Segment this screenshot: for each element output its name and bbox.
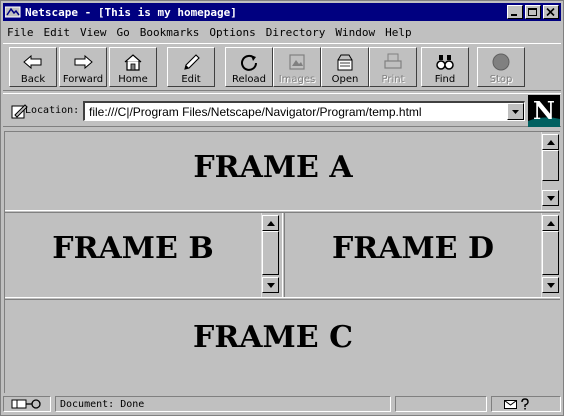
home-button[interactable]: Home bbox=[109, 47, 157, 87]
frame-a-scroll-thumb[interactable] bbox=[542, 150, 559, 181]
printer-icon bbox=[384, 53, 402, 69]
arrow-up-icon bbox=[547, 221, 555, 226]
netscape-logo-icon: N bbox=[528, 95, 560, 127]
arrow-up-icon bbox=[547, 140, 555, 145]
frame-a-scrollbar[interactable] bbox=[541, 132, 559, 210]
back-arrow-icon bbox=[23, 54, 42, 70]
edit-button[interactable]: Edit bbox=[167, 47, 215, 87]
mail-icon[interactable] bbox=[504, 400, 518, 410]
help-question-icon[interactable] bbox=[520, 398, 530, 410]
frame-a-scroll-up-button[interactable] bbox=[542, 134, 559, 150]
location-input[interactable] bbox=[89, 104, 499, 120]
back-label: Back bbox=[20, 74, 46, 85]
home-label: Home bbox=[118, 74, 148, 85]
reload-icon bbox=[241, 54, 257, 71]
frame-a: FRAME A bbox=[5, 132, 560, 210]
content-area: FRAME A FRAME B FRAME D FRAME C bbox=[4, 131, 560, 394]
frame-d-scroll-down-button[interactable] bbox=[542, 277, 559, 293]
open-button[interactable]: Open bbox=[321, 47, 369, 87]
print-label: Print bbox=[381, 74, 405, 85]
security-indicator[interactable] bbox=[3, 396, 51, 412]
location-label: Location: bbox=[25, 105, 80, 116]
reload-button[interactable]: Reload bbox=[225, 47, 273, 87]
open-icon bbox=[337, 54, 353, 71]
frame-c: FRAME C bbox=[5, 300, 560, 394]
menu-directory[interactable]: Directory bbox=[262, 26, 330, 39]
frame-b: FRAME B bbox=[5, 213, 282, 297]
chevron-down-icon bbox=[512, 110, 519, 114]
binoculars-icon bbox=[436, 55, 454, 70]
frame-d-scroll-up-button[interactable] bbox=[542, 215, 559, 231]
menu-help[interactable]: Help bbox=[381, 26, 416, 39]
find-label: Find bbox=[434, 74, 456, 85]
edit-label: Edit bbox=[181, 74, 201, 85]
frame-b-scrollbar[interactable] bbox=[261, 213, 279, 297]
status-text: Document: Done bbox=[60, 399, 145, 410]
forward-button[interactable]: Forward bbox=[59, 47, 107, 87]
menu-bar: File Edit View Go Bookmarks Options Dire… bbox=[3, 23, 561, 41]
frame-c-heading: FRAME C bbox=[193, 320, 353, 355]
menu-window[interactable]: Window bbox=[331, 26, 379, 39]
svg-text:N: N bbox=[533, 96, 555, 125]
frame-d-heading: FRAME D bbox=[331, 231, 495, 266]
menu-view[interactable]: View bbox=[76, 26, 111, 39]
find-button[interactable]: Find bbox=[421, 47, 469, 87]
forward-arrow-icon bbox=[74, 54, 93, 70]
print-button[interactable]: Print bbox=[369, 47, 417, 87]
arrow-down-icon bbox=[267, 283, 275, 288]
netscape-logo[interactable]: N bbox=[528, 95, 560, 127]
location-dropdown-button[interactable] bbox=[507, 103, 524, 120]
progress-panel bbox=[395, 396, 487, 412]
pencil-icon bbox=[184, 54, 200, 70]
images-button[interactable]: Images bbox=[273, 47, 321, 87]
window-title: Netscape - [This is my homepage] bbox=[25, 5, 237, 19]
frame-d: FRAME D bbox=[285, 213, 560, 297]
arrow-down-icon bbox=[547, 196, 555, 201]
menu-file[interactable]: File bbox=[3, 26, 38, 39]
status-message-panel: Document: Done bbox=[55, 396, 391, 412]
menu-go[interactable]: Go bbox=[113, 26, 134, 39]
stop-label: Stop bbox=[489, 74, 513, 85]
maximize-icon bbox=[528, 8, 537, 16]
arrow-down-icon bbox=[547, 283, 555, 288]
forward-label: Forward bbox=[62, 74, 104, 85]
location-bar: Location: N bbox=[3, 93, 561, 127]
back-button[interactable]: Back bbox=[9, 47, 57, 87]
frame-b-scroll-down-button[interactable] bbox=[262, 277, 279, 293]
minimize-icon bbox=[511, 14, 517, 16]
status-bar: Document: Done bbox=[3, 395, 561, 413]
browser-window: Netscape - [This is my homepage] File Ed… bbox=[0, 0, 564, 416]
arrow-up-icon bbox=[267, 221, 275, 226]
stop-button[interactable]: Stop bbox=[477, 47, 525, 87]
images-label: Images bbox=[278, 74, 316, 85]
frame-b-scroll-thumb[interactable] bbox=[262, 231, 279, 275]
frame-d-scrollbar[interactable] bbox=[541, 213, 559, 297]
home-icon bbox=[124, 54, 142, 71]
security-key-icon bbox=[11, 399, 41, 409]
menu-options[interactable]: Options bbox=[205, 26, 259, 39]
mail-help-panel bbox=[491, 396, 561, 412]
menu-edit[interactable]: Edit bbox=[40, 26, 75, 39]
reload-label: Reload bbox=[231, 74, 267, 85]
frame-b-heading: FRAME B bbox=[52, 231, 214, 266]
netscape-app-icon[interactable] bbox=[4, 5, 21, 19]
maximize-button[interactable] bbox=[525, 5, 541, 19]
location-field bbox=[83, 101, 525, 121]
close-icon bbox=[546, 8, 555, 17]
minimize-button[interactable] bbox=[507, 5, 523, 19]
frame-b-scroll-up-button[interactable] bbox=[262, 215, 279, 231]
stop-icon bbox=[492, 53, 510, 71]
images-icon bbox=[289, 54, 305, 70]
frame-a-scroll-down-button[interactable] bbox=[542, 190, 559, 206]
frame-a-heading: FRAME A bbox=[193, 150, 353, 185]
frame-d-scroll-thumb[interactable] bbox=[542, 231, 559, 275]
close-button[interactable] bbox=[543, 5, 559, 19]
title-bar[interactable]: Netscape - [This is my homepage] bbox=[3, 3, 561, 21]
menu-bookmarks[interactable]: Bookmarks bbox=[136, 26, 204, 39]
navigation-toolbar: Back Forward Home Edit Reload Images Ope… bbox=[3, 43, 561, 91]
open-label: Open bbox=[331, 74, 359, 85]
